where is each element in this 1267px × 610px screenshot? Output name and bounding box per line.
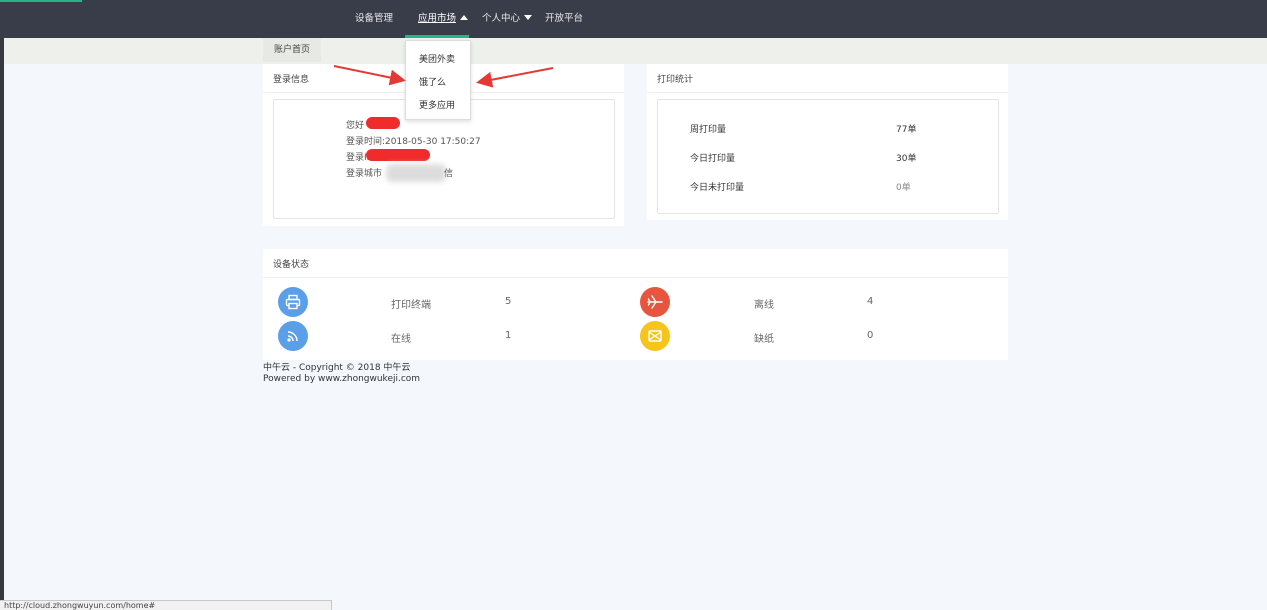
nav-app-market-label: 应用市场 [418,13,457,24]
device-status-title: 设备状态 [273,260,310,270]
print-stats-title: 打印统计 [657,75,694,85]
login-city-suffix: 信 [444,169,454,179]
weekly-print-value: 77单 [896,125,917,135]
greeting-text: 您好 [346,121,365,131]
no-paper-count: 0 [867,330,874,341]
dropdown-item-meituan[interactable]: 美团外卖 [419,52,455,65]
online-label: 在线 [391,334,411,345]
app-market-dropdown: 美团外卖 饿了么 更多应用 [405,40,471,120]
caret-up-icon [460,15,469,20]
airplane-icon [640,287,670,317]
login-time-text: 登录时间:2018-05-30 17:50:27 [346,137,481,147]
offline-label: 离线 [754,300,774,311]
today-print-label: 今日打印量 [690,154,736,164]
dropdown-item-more-apps[interactable]: 更多应用 [419,98,455,111]
nav-personal-center-label: 个人中心 [482,13,521,24]
browser-status-url: http://cloud.zhongwuyun.com/home# [0,600,332,610]
dropdown-item-eleme[interactable]: 饿了么 [419,75,446,88]
login-city-text: 登录城市 [346,169,383,179]
redaction-mark [366,149,430,161]
caret-down-icon [524,15,533,20]
redaction-mark [366,117,400,129]
nav-personal-center[interactable]: 个人中心 [482,12,533,26]
footer-powered-by: Powered by www.zhongwukeji.com [263,374,421,384]
print-stats-box: 周打印量 77单 今日打印量 30单 今日未打印量 0单 [657,99,999,214]
footer-copyright: 中午云 - Copyright © 2018 中午云 [263,363,411,373]
today-print-value: 30单 [896,154,917,164]
login-info-title: 登录信息 [273,75,310,85]
blurred-city [386,164,446,182]
nav-app-market[interactable]: 应用市场 [418,12,469,26]
tab-account-home[interactable]: 账户首页 [263,38,321,62]
offline-count: 4 [867,296,874,307]
printer-icon [278,287,308,317]
paper-icon [640,321,670,351]
top-accent-bar [0,0,82,2]
wifi-icon [278,321,308,351]
device-status-card: 设备状态 打印终端 5 离线 4 在线 1 缺纸 0 [263,249,1008,360]
nav-open-platform[interactable]: 开放平台 [545,12,583,26]
today-unprinted-label: 今日未打印量 [690,183,745,193]
nav-device-management[interactable]: 设备管理 [355,12,393,26]
tab-bar [4,38,1267,64]
print-stats-card: 打印统计 周打印量 77单 今日打印量 30单 今日未打印量 0单 [647,64,1008,220]
weekly-print-label: 周打印量 [690,125,727,135]
footer: 中午云 - Copyright © 2018 中午云 Powered by ww… [263,363,420,385]
terminal-count: 5 [505,296,512,307]
card-divider [263,277,1008,278]
today-unprinted-value: 0单 [896,183,911,193]
terminal-label: 打印终端 [391,300,431,311]
no-paper-label: 缺纸 [754,334,774,345]
card-divider [647,92,1008,93]
top-navbar: 设备管理 应用市场 个人中心 开放平台 [0,0,1267,38]
left-edge [0,0,4,610]
online-count: 1 [505,330,512,341]
